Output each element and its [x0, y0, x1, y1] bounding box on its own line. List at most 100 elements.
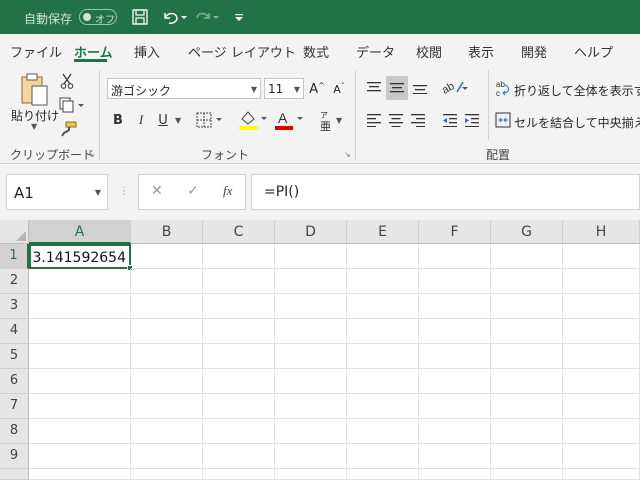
- cell-f10[interactable]: [419, 469, 491, 480]
- cell-c10[interactable]: [203, 469, 275, 480]
- cell-g3[interactable]: [491, 294, 563, 319]
- tab-data[interactable]: データ: [356, 42, 395, 61]
- cell-g2[interactable]: [491, 269, 563, 294]
- cell-d5[interactable]: [275, 344, 347, 369]
- cell-f6[interactable]: [419, 369, 491, 394]
- grip-icon[interactable]: ⋮: [119, 186, 129, 197]
- cell-g10[interactable]: [491, 469, 563, 480]
- cell-b2[interactable]: [131, 269, 203, 294]
- cell-g4[interactable]: [491, 319, 563, 344]
- cell-h1[interactable]: [563, 244, 640, 269]
- column-header-b[interactable]: B: [131, 220, 203, 244]
- cell-h10[interactable]: [563, 469, 640, 480]
- cell-e1[interactable]: [347, 244, 419, 269]
- cell-h3[interactable]: [563, 294, 640, 319]
- cell-g1[interactable]: [491, 244, 563, 269]
- cell-e7[interactable]: [347, 394, 419, 419]
- row-header-9[interactable]: 9: [0, 444, 29, 469]
- cell-f4[interactable]: [419, 319, 491, 344]
- autosave-toggle[interactable]: オフ: [79, 9, 117, 26]
- insert-function-icon[interactable]: fx: [223, 183, 232, 199]
- cell-d9[interactable]: [275, 444, 347, 469]
- cell-b5[interactable]: [131, 344, 203, 369]
- cell-g5[interactable]: [491, 344, 563, 369]
- cell-c5[interactable]: [203, 344, 275, 369]
- cell-g7[interactable]: [491, 394, 563, 419]
- merge-center-label[interactable]: セルを結合して中央揃え: [514, 114, 640, 131]
- cell-a8[interactable]: [29, 419, 131, 444]
- save-icon[interactable]: [130, 6, 150, 28]
- wrap-text-icon[interactable]: ab c: [494, 78, 512, 98]
- cell-a5[interactable]: [29, 344, 131, 369]
- cell-b1[interactable]: [131, 244, 203, 269]
- cell-d3[interactable]: [275, 294, 347, 319]
- cell-b8[interactable]: [131, 419, 203, 444]
- cell-e2[interactable]: [347, 269, 419, 294]
- cell-d6[interactable]: [275, 369, 347, 394]
- cell-a4[interactable]: [29, 319, 131, 344]
- cell-h6[interactable]: [563, 369, 640, 394]
- column-header-g[interactable]: G: [491, 220, 563, 244]
- tab-file[interactable]: ファイル: [10, 42, 62, 61]
- underline-dropdown-icon[interactable]: ▼: [175, 116, 181, 125]
- font-color-button[interactable]: A: [272, 108, 306, 132]
- cell-d8[interactable]: [275, 419, 347, 444]
- align-center-icon[interactable]: [386, 110, 406, 130]
- cell-a7[interactable]: [29, 394, 131, 419]
- copy-icon[interactable]: [58, 96, 86, 114]
- cell-d7[interactable]: [275, 394, 347, 419]
- cell-h7[interactable]: [563, 394, 640, 419]
- cell-f7[interactable]: [419, 394, 491, 419]
- row-header-10[interactable]: [0, 469, 29, 480]
- tab-help[interactable]: ヘルプ: [574, 42, 613, 61]
- select-all-button[interactable]: [0, 220, 29, 244]
- borders-button[interactable]: [195, 110, 225, 130]
- paste-dropdown-icon[interactable]: ▼: [31, 122, 37, 131]
- cell-c8[interactable]: [203, 419, 275, 444]
- cell-a6[interactable]: [29, 369, 131, 394]
- cell-g6[interactable]: [491, 369, 563, 394]
- cell-c9[interactable]: [203, 444, 275, 469]
- cut-icon[interactable]: [58, 72, 76, 90]
- fill-color-button[interactable]: [236, 108, 270, 132]
- phonetic-button[interactable]: ア 亜 ▼: [316, 108, 346, 133]
- cell-d4[interactable]: [275, 319, 347, 344]
- column-header-h[interactable]: H: [563, 220, 640, 244]
- italic-button[interactable]: I: [133, 110, 149, 130]
- cell-f5[interactable]: [419, 344, 491, 369]
- cell-f9[interactable]: [419, 444, 491, 469]
- orientation-icon[interactable]: ab: [440, 76, 470, 98]
- cell-a2[interactable]: [29, 269, 131, 294]
- tab-insert[interactable]: 挿入: [134, 42, 160, 61]
- row-header-1[interactable]: 1: [0, 244, 29, 269]
- paste-icon[interactable]: [16, 72, 52, 108]
- cell-a9[interactable]: [29, 444, 131, 469]
- row-header-6[interactable]: 6: [0, 369, 29, 394]
- cell-d1[interactable]: [275, 244, 347, 269]
- cell-g8[interactable]: [491, 419, 563, 444]
- cell-c7[interactable]: [203, 394, 275, 419]
- font-size-select[interactable]: 11 ▼: [264, 78, 304, 99]
- cell-b4[interactable]: [131, 319, 203, 344]
- cell-e4[interactable]: [347, 319, 419, 344]
- cell-c3[interactable]: [203, 294, 275, 319]
- cell-b7[interactable]: [131, 394, 203, 419]
- cell-f3[interactable]: [419, 294, 491, 319]
- clipboard-launcher-icon[interactable]: ↘: [88, 150, 95, 159]
- cell-f2[interactable]: [419, 269, 491, 294]
- cell-e3[interactable]: [347, 294, 419, 319]
- cell-h9[interactable]: [563, 444, 640, 469]
- enter-icon[interactable]: ✓: [187, 183, 199, 199]
- cell-b3[interactable]: [131, 294, 203, 319]
- formula-input[interactable]: =PI(): [251, 174, 640, 210]
- align-top-icon[interactable]: [364, 78, 384, 98]
- increase-indent-icon[interactable]: [462, 110, 482, 130]
- column-header-e[interactable]: E: [347, 220, 419, 244]
- cell-d2[interactable]: [275, 269, 347, 294]
- wrap-text-label[interactable]: 折り返して全体を表示する: [514, 82, 640, 99]
- cell-e5[interactable]: [347, 344, 419, 369]
- bold-button[interactable]: B: [110, 110, 126, 130]
- cell-c6[interactable]: [203, 369, 275, 394]
- align-right-icon[interactable]: [408, 110, 428, 130]
- tab-page-layout[interactable]: ページ レイアウト: [188, 42, 296, 61]
